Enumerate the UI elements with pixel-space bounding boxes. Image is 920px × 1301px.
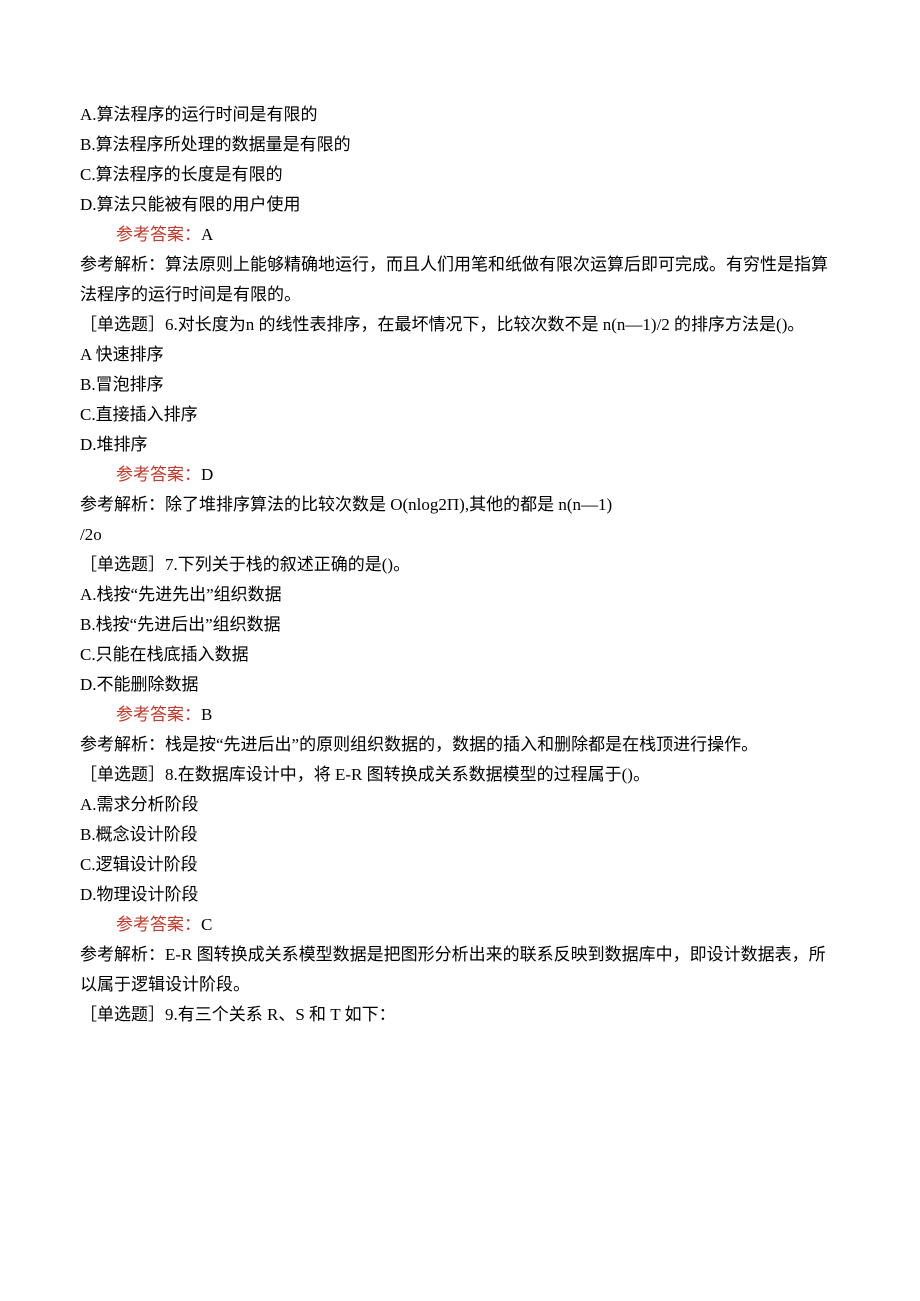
q5-explain: 参考解析：算法原则上能够精确地运行，而且人们用笔和纸做有限次运算后即可完成。有穷… (80, 250, 840, 310)
document-page: A.算法程序的运行时间是有限的 B.算法程序所处理的数据量是有限的 C.算法程序… (0, 0, 920, 1230)
answer-value: C (201, 915, 212, 934)
q6-option-d: D.堆排序 (80, 430, 840, 460)
q6-option-b: B.冒泡排序 (80, 370, 840, 400)
q6-explain-l1: 参考解析：除了堆排序算法的比较次数是 O(nlog2Π),其他的都是 n(n—1… (80, 490, 840, 520)
q8-answer: 参考答案：C (80, 910, 840, 940)
q7-option-b: B.栈按“先进后出”组织数据 (80, 610, 840, 640)
q8-explain: 参考解析：E-R 图转换成关系模型数据是把图形分析出来的联系反映到数据库中，即设… (80, 940, 840, 1000)
answer-value: B (201, 705, 212, 724)
answer-label: 参考答案： (116, 225, 201, 244)
q5-answer: 参考答案：A (80, 220, 840, 250)
q5-option-b: B.算法程序所处理的数据量是有限的 (80, 130, 840, 160)
q8-option-a: A.需求分析阶段 (80, 790, 840, 820)
q6-option-c: C.直接插入排序 (80, 400, 840, 430)
q9-prompt: ［单选题］9.有三个关系 R、S 和 T 如下： (80, 1000, 840, 1030)
q8-option-c: C.逻辑设计阶段 (80, 850, 840, 880)
q7-option-c: C.只能在栈底插入数据 (80, 640, 840, 670)
q7-option-d: D.不能删除数据 (80, 670, 840, 700)
answer-label: 参考答案： (116, 465, 201, 484)
q8-option-d: D.物理设计阶段 (80, 880, 840, 910)
q7-answer: 参考答案：B (80, 700, 840, 730)
q6-explain-l2: /2o (80, 520, 840, 550)
q6-answer: 参考答案：D (80, 460, 840, 490)
q8-option-b: B.概念设计阶段 (80, 820, 840, 850)
answer-label: 参考答案： (116, 915, 201, 934)
answer-value: D (201, 465, 213, 484)
answer-value: A (201, 225, 213, 244)
q8-prompt: ［单选题］8.在数据库设计中，将 E-R 图转换成关系数据模型的过程属于()。 (80, 760, 840, 790)
q7-prompt: ［单选题］7.下列关于栈的叙述正确的是()。 (80, 550, 840, 580)
q6-option-a: A 快速排序 (80, 340, 840, 370)
q7-explain: 参考解析：栈是按“先进后出”的原则组织数据的，数据的插入和删除都是在栈顶进行操作… (80, 730, 840, 760)
q5-option-a: A.算法程序的运行时间是有限的 (80, 100, 840, 130)
q6-prompt: ［单选题］6.对长度为n 的线性表排序，在最坏情况下，比较次数不是 n(n—1)… (80, 310, 840, 340)
q5-option-c: C.算法程序的长度是有限的 (80, 160, 840, 190)
q7-option-a: A.栈按“先进先出”组织数据 (80, 580, 840, 610)
q5-option-d: D.算法只能被有限的用户使用 (80, 190, 840, 220)
answer-label: 参考答案： (116, 705, 201, 724)
